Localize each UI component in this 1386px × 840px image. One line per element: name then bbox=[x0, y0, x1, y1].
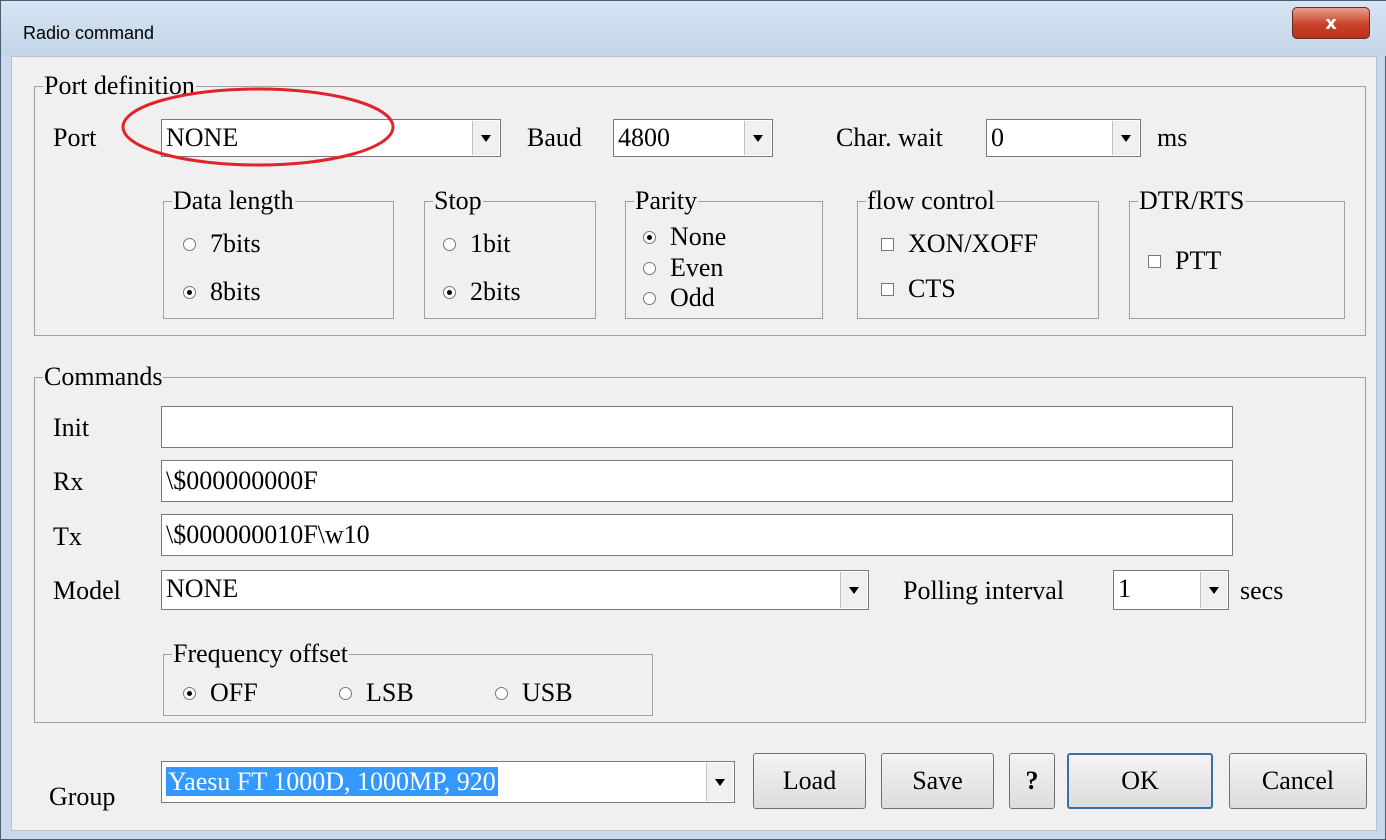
radio-circle-icon bbox=[443, 237, 456, 251]
checkbox-cts[interactable]: CTS bbox=[881, 275, 956, 303]
checkbox-label: PTT bbox=[1175, 246, 1222, 275]
radio-circle-icon bbox=[643, 261, 656, 275]
ok-button[interactable]: OK bbox=[1067, 753, 1213, 809]
close-button[interactable]: x bbox=[1292, 7, 1370, 39]
radio-label: 1bit bbox=[470, 229, 511, 258]
radio-parity-even[interactable]: Even bbox=[643, 254, 723, 282]
checkbox-icon bbox=[1148, 254, 1161, 268]
checkbox-xon-xoff[interactable]: XON/XOFF bbox=[881, 230, 1038, 258]
chevron-down-icon[interactable] bbox=[706, 763, 733, 801]
window-title: Radio command bbox=[23, 23, 155, 43]
radio-7bits[interactable]: 7bits bbox=[183, 230, 261, 258]
radio-selected-icon bbox=[643, 230, 656, 244]
chevron-down-icon[interactable] bbox=[840, 572, 867, 608]
char-wait-label: Char. wait bbox=[836, 123, 943, 152]
close-icon: x bbox=[1325, 12, 1337, 34]
radio-label: USB bbox=[522, 678, 573, 707]
char-wait-value: 0 bbox=[991, 123, 1004, 152]
polling-interval-value: 1 bbox=[1118, 574, 1131, 603]
load-button[interactable]: Load bbox=[753, 753, 866, 809]
port-label: Port bbox=[53, 123, 97, 152]
radio-label: 2bits bbox=[470, 277, 521, 306]
checkbox-icon bbox=[881, 237, 894, 251]
data-length-legend: Data length bbox=[172, 186, 295, 215]
radio-1bit[interactable]: 1bit bbox=[443, 230, 510, 258]
checkbox-ptt[interactable]: PTT bbox=[1148, 247, 1221, 275]
char-wait-select[interactable]: 0 bbox=[986, 119, 1141, 157]
commands-legend: Commands bbox=[43, 362, 164, 391]
radio-selected-icon bbox=[183, 686, 196, 700]
chevron-down-icon[interactable] bbox=[1112, 121, 1139, 155]
radio-label: None bbox=[670, 222, 727, 251]
radio-label: Odd bbox=[670, 283, 715, 312]
radio-offset-off[interactable]: OFF bbox=[183, 679, 258, 707]
radio-label: 8bits bbox=[210, 277, 261, 306]
radio-label: LSB bbox=[366, 678, 414, 707]
init-input[interactable] bbox=[161, 406, 1233, 448]
rx-label: Rx bbox=[53, 467, 84, 496]
radio-label: Even bbox=[670, 253, 724, 282]
group-select[interactable]: Yaesu FT 1000D, 1000MP, 920 bbox=[161, 761, 735, 803]
tx-input[interactable]: \$000000010F\w10 bbox=[161, 514, 1233, 556]
group-value: Yaesu FT 1000D, 1000MP, 920 bbox=[166, 762, 498, 802]
rx-input[interactable]: \$000000000F bbox=[161, 460, 1233, 502]
parity-legend: Parity bbox=[634, 186, 699, 215]
title-bar: Radio command x bbox=[1, 1, 1386, 56]
checkbox-label: CTS bbox=[908, 274, 956, 303]
baud-label: Baud bbox=[527, 123, 582, 152]
radio-label: OFF bbox=[210, 678, 258, 707]
port-definition-legend: Port definition bbox=[43, 71, 196, 100]
baud-select[interactable]: 4800 bbox=[613, 119, 773, 157]
chevron-down-icon[interactable] bbox=[1200, 572, 1227, 608]
tx-label: Tx bbox=[53, 522, 82, 551]
group-value-text: Yaesu FT 1000D, 1000MP, 920 bbox=[166, 767, 498, 796]
dtr-rts-legend: DTR/RTS bbox=[1138, 186, 1246, 215]
stop-legend: Stop bbox=[433, 186, 483, 215]
radio-offset-usb[interactable]: USB bbox=[495, 679, 573, 707]
cancel-button[interactable]: Cancel bbox=[1229, 753, 1367, 809]
flow-control-legend: flow control bbox=[866, 186, 996, 215]
radio-circle-icon bbox=[495, 686, 508, 700]
polling-interval-label: Polling interval bbox=[903, 576, 1065, 605]
chevron-down-icon[interactable] bbox=[472, 121, 499, 155]
polling-interval-unit: secs bbox=[1240, 576, 1284, 605]
port-value: NONE bbox=[166, 123, 239, 152]
save-button[interactable]: Save bbox=[881, 753, 994, 809]
group-label: Group bbox=[49, 782, 116, 811]
radio-command-window: Radio command x Port definition Port NON… bbox=[0, 0, 1386, 840]
polling-interval-select[interactable]: 1 bbox=[1113, 570, 1229, 610]
baud-value: 4800 bbox=[618, 123, 670, 152]
help-button[interactable]: ? bbox=[1009, 753, 1055, 809]
model-value: NONE bbox=[166, 574, 239, 603]
radio-selected-icon bbox=[183, 285, 196, 299]
port-select[interactable]: NONE bbox=[161, 119, 501, 157]
chevron-down-icon[interactable] bbox=[744, 121, 771, 155]
radio-parity-none[interactable]: None bbox=[643, 223, 726, 251]
checkbox-icon bbox=[881, 282, 894, 296]
radio-label: 7bits bbox=[210, 229, 261, 258]
radio-selected-icon bbox=[443, 285, 456, 299]
init-label: Init bbox=[53, 413, 90, 442]
radio-2bits[interactable]: 2bits bbox=[443, 278, 521, 306]
radio-circle-icon bbox=[183, 237, 196, 251]
checkbox-label: XON/XOFF bbox=[908, 229, 1039, 258]
frequency-offset-legend: Frequency offset bbox=[172, 639, 349, 668]
radio-circle-icon bbox=[643, 291, 656, 305]
char-wait-unit: ms bbox=[1157, 123, 1188, 152]
radio-offset-lsb[interactable]: LSB bbox=[339, 679, 414, 707]
radio-circle-icon bbox=[339, 686, 352, 700]
radio-8bits[interactable]: 8bits bbox=[183, 278, 261, 306]
model-select[interactable]: NONE bbox=[161, 570, 869, 610]
model-label: Model bbox=[53, 576, 121, 605]
radio-parity-odd[interactable]: Odd bbox=[643, 284, 715, 312]
